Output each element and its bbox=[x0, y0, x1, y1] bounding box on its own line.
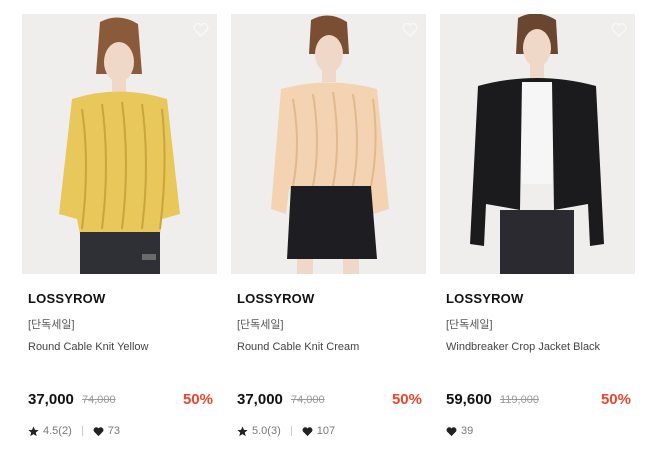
likes-count: 73 bbox=[107, 425, 120, 437]
discount-rate: 50% bbox=[600, 391, 631, 408]
wishlist-heart-icon[interactable] bbox=[611, 22, 627, 38]
sale-tag: [단독세일] bbox=[28, 319, 75, 331]
product-image[interactable] bbox=[440, 14, 635, 274]
divider bbox=[81, 426, 83, 436]
product-name[interactable]: Round Cable Knit Yellow bbox=[28, 341, 148, 353]
original-price: 74,000 bbox=[291, 394, 325, 406]
sale-tag: [단독세일] bbox=[237, 319, 284, 331]
wishlist-heart-icon[interactable] bbox=[402, 22, 418, 38]
product-card[interactable]: LOSSYROW [단독세일] Round Cable Knit Cream 3… bbox=[231, 14, 426, 464]
heart-icon bbox=[302, 426, 313, 436]
product-card[interactable]: LOSSYROW [단독세일] Windbreaker Crop Jacket … bbox=[440, 14, 635, 464]
product-meta: 39 bbox=[446, 425, 473, 437]
heart-icon bbox=[446, 426, 457, 436]
wishlist-heart-icon[interactable] bbox=[193, 22, 209, 38]
sale-tag: [단독세일] bbox=[446, 319, 493, 331]
original-price: 74,000 bbox=[82, 394, 116, 406]
likes-count: 39 bbox=[461, 425, 474, 437]
divider bbox=[290, 426, 292, 436]
sale-price: 59,600 bbox=[446, 391, 492, 408]
rating-text: 4.5(2) bbox=[43, 425, 72, 437]
discount-rate: 50% bbox=[391, 391, 422, 408]
product-meta: 4.5(2) 73 bbox=[28, 425, 120, 437]
product-name[interactable]: Round Cable Knit Cream bbox=[237, 341, 359, 353]
product-meta: 5.0(3) 107 bbox=[237, 425, 335, 437]
brand-name[interactable]: LOSSYROW bbox=[446, 291, 523, 306]
sale-price: 37,000 bbox=[28, 391, 74, 408]
sale-price: 37,000 bbox=[237, 391, 283, 408]
star-icon bbox=[28, 425, 39, 436]
original-price: 119,000 bbox=[500, 394, 539, 406]
star-icon bbox=[237, 425, 248, 436]
brand-name[interactable]: LOSSYROW bbox=[28, 291, 105, 306]
rating-text: 5.0(3) bbox=[252, 425, 281, 437]
discount-rate: 50% bbox=[182, 391, 213, 408]
likes-count: 107 bbox=[316, 425, 336, 437]
product-image[interactable] bbox=[231, 14, 426, 274]
product-grid: LOSSYROW [단독세일] Round Cable Knit Yellow … bbox=[0, 0, 650, 471]
product-image[interactable] bbox=[22, 14, 217, 274]
heart-icon bbox=[93, 426, 104, 436]
product-card[interactable]: LOSSYROW [단독세일] Round Cable Knit Yellow … bbox=[22, 14, 217, 464]
brand-name[interactable]: LOSSYROW bbox=[237, 291, 314, 306]
product-name[interactable]: Windbreaker Crop Jacket Black bbox=[446, 341, 600, 353]
